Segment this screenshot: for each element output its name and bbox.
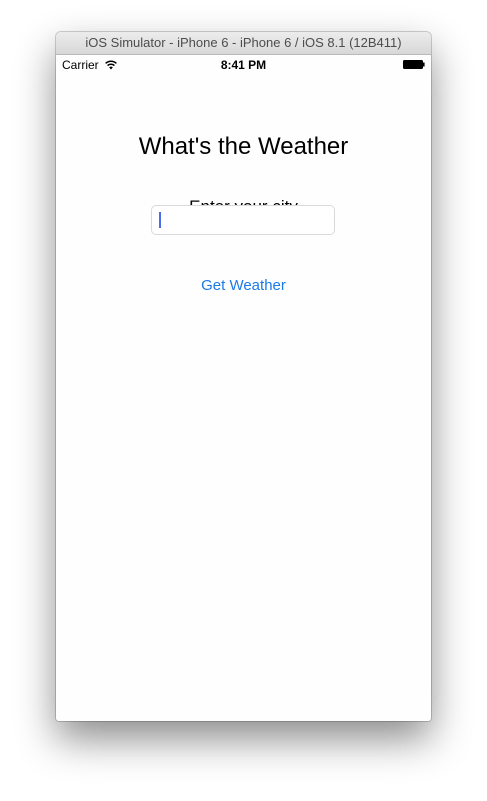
battery-icon: [403, 60, 425, 69]
city-input[interactable]: [151, 205, 335, 235]
get-weather-button[interactable]: Get Weather: [56, 277, 431, 294]
page-title: What's the Weather: [138, 133, 349, 160]
status-bar: Carrier 8:41 PM: [56, 55, 431, 75]
status-time: 8:41 PM: [220, 58, 267, 72]
text-caret: [159, 212, 161, 228]
simulator-window: iOS Simulator - iPhone 6 - iPhone 6 / iO…: [56, 32, 431, 721]
device-screen: Carrier 8:41 PM What's the Weather Enter…: [56, 55, 431, 721]
window-title: iOS Simulator - iPhone 6 - iPhone 6 / iO…: [56, 32, 431, 55]
